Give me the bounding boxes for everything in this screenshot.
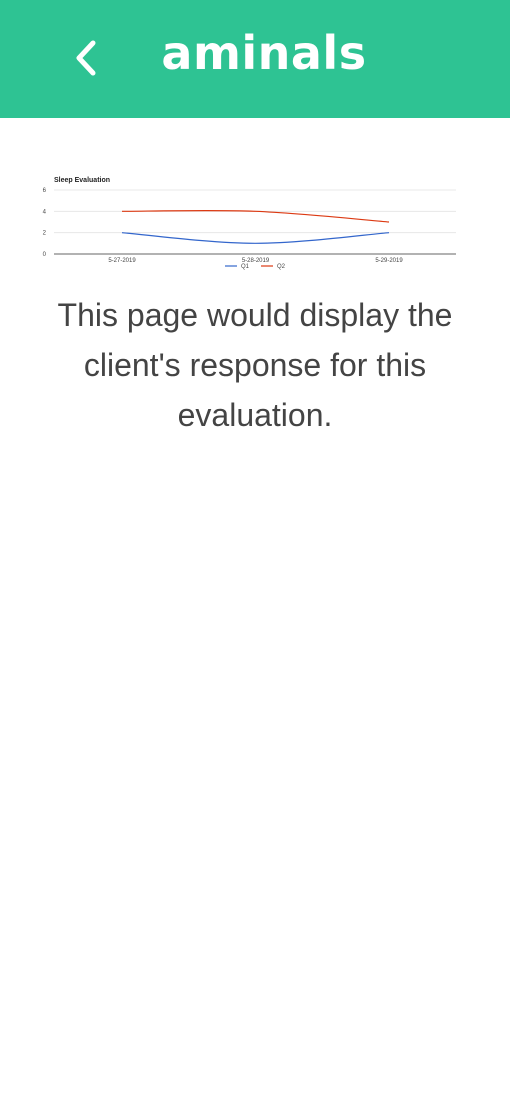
x-tick-label: 5-29-2019 xyxy=(375,258,403,264)
sleep-evaluation-chart: Sleep Evaluation 0 2 4 6 5-27-2019 5-28-2019 5-… xyxy=(30,170,470,276)
chart-title: Sleep Evaluation xyxy=(54,177,110,184)
series-line-q1 xyxy=(121,232,390,244)
y-tick-label: 4 xyxy=(43,209,47,215)
app-header: aminals xyxy=(0,0,510,118)
legend-label-q1: Q1 xyxy=(241,264,250,270)
series-line-q2 xyxy=(121,209,390,223)
y-tick-label: 6 xyxy=(43,188,47,194)
chart-svg: Sleep Evaluation02465-27-2019 5-28-2019 5-… xyxy=(43,177,456,270)
x-tick-label: 5-27-2019 xyxy=(108,258,136,264)
y-tick-label: 0 xyxy=(43,252,47,258)
y-tick-label: 2 xyxy=(43,231,47,237)
response-message: This page would display the client's res… xyxy=(57,297,453,433)
app-title: aminals xyxy=(161,26,367,80)
legend-label-q2: Q2 xyxy=(277,264,286,270)
